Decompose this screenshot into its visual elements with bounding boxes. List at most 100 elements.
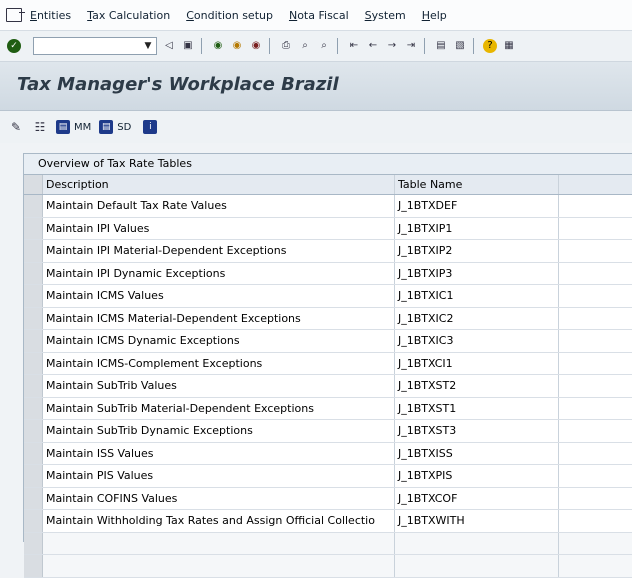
table-row[interactable]: Maintain PIS Values J_1BTXPIS: [24, 465, 632, 488]
menu-condition-setup[interactable]: Condition setup: [186, 9, 273, 22]
exit-icon[interactable]: ◉: [230, 39, 244, 53]
row-selector[interactable]: [24, 442, 43, 464]
row-table-name[interactable]: J_1BTXISS: [395, 442, 559, 464]
menu-help[interactable]: Help: [422, 9, 447, 22]
row-table-name[interactable]: J_1BTXCOF: [395, 487, 559, 509]
row-selector[interactable]: [24, 487, 43, 509]
shortcut-icon[interactable]: ▧: [453, 39, 467, 53]
table-row[interactable]: Maintain Default Tax Rate Values J_1BTXDE…: [24, 195, 632, 218]
row-selector[interactable]: [24, 217, 43, 239]
row-description[interactable]: Maintain ICMS Material-Dependent Excepti…: [43, 307, 395, 329]
row-table-name[interactable]: J_1BTXST3: [395, 420, 559, 442]
table-row[interactable]: Maintain ISS Values J_1BTXISS: [24, 442, 632, 465]
find-icon[interactable]: ⌕: [298, 39, 312, 53]
info-icon[interactable]: i: [143, 120, 158, 134]
row-selector[interactable]: [24, 240, 43, 262]
settings-icon[interactable]: ▦: [502, 39, 516, 53]
row-table-name[interactable]: J_1BTXCI1: [395, 352, 559, 374]
pencil-icon[interactable]: ✎: [8, 119, 24, 135]
row-table-name[interactable]: J_1BTXIP3: [395, 262, 559, 284]
column-header-table-name[interactable]: Table Name: [395, 175, 559, 194]
row-selector[interactable]: [24, 307, 43, 329]
sd-button[interactable]: SD: [117, 122, 131, 133]
row-description[interactable]: Maintain ICMS Dynamic Exceptions: [43, 330, 395, 352]
row-selector[interactable]: [24, 330, 43, 352]
table-row[interactable]: Maintain COFINS Values J_1BTXCOF: [24, 487, 632, 510]
row-description[interactable]: Maintain ISS Values: [43, 442, 395, 464]
first-page-icon[interactable]: ⇤: [347, 39, 361, 53]
mm-button[interactable]: MM: [74, 122, 91, 133]
table-row[interactable]: Maintain SubTrib Values J_1BTXST2: [24, 375, 632, 398]
table-row[interactable]: Maintain ICMS Values J_1BTXIC1: [24, 285, 632, 308]
row-description[interactable]: Maintain IPI Dynamic Exceptions: [43, 262, 395, 284]
last-page-icon[interactable]: ⇥: [404, 39, 418, 53]
row-selector[interactable]: [24, 352, 43, 374]
row-selector[interactable]: [24, 285, 43, 307]
row-selector[interactable]: [24, 375, 43, 397]
row-selector[interactable]: [24, 465, 43, 487]
row-table-name[interactable]: J_1BTXDEF: [395, 195, 559, 217]
row-selector[interactable]: [24, 510, 43, 532]
find-next-icon[interactable]: ⌕: [317, 39, 331, 53]
row-description[interactable]: Maintain SubTrib Dynamic Exceptions: [43, 420, 395, 442]
row-description[interactable]: Maintain COFINS Values: [43, 487, 395, 509]
row-selector[interactable]: [24, 420, 43, 442]
sd-icon[interactable]: ▤: [99, 120, 114, 134]
prev-page-icon[interactable]: ←: [366, 39, 380, 53]
row-description[interactable]: Maintain PIS Values: [43, 465, 395, 487]
row-description[interactable]: Maintain SubTrib Values: [43, 375, 395, 397]
row-table-name[interactable]: J_1BTXWITH: [395, 510, 559, 532]
help-icon[interactable]: ?: [483, 39, 497, 53]
menu-arrow-icon[interactable]: [6, 8, 25, 22]
menu-system[interactable]: System: [365, 9, 406, 22]
row-selector[interactable]: [24, 262, 43, 284]
menu-tax-calculation[interactable]: Tax Calculation: [87, 9, 170, 22]
row-description[interactable]: Maintain Default Tax Rate Values: [43, 195, 395, 217]
back-icon[interactable]: ◉: [211, 39, 225, 53]
row-description[interactable]: Maintain IPI Values: [43, 217, 395, 239]
table-row[interactable]: Maintain ICMS-Complement Exceptions J_1BT…: [24, 352, 632, 375]
row-description[interactable]: Maintain SubTrib Material-Dependent Exce…: [43, 397, 395, 419]
table-row[interactable]: Maintain Withholding Tax Rates and Assig…: [24, 510, 632, 533]
next-page-icon[interactable]: →: [385, 39, 399, 53]
toolbar-separator: [424, 38, 425, 54]
table-row[interactable]: Maintain IPI Material-Dependent Exceptio…: [24, 240, 632, 263]
command-field[interactable]: ▼: [33, 37, 157, 55]
hierarchy-icon[interactable]: ☷: [32, 119, 48, 135]
cancel-icon[interactable]: ◉: [249, 39, 263, 53]
row-description[interactable]: Maintain ICMS Values: [43, 285, 395, 307]
row-table-name[interactable]: J_1BTXST1: [395, 397, 559, 419]
row-table-name[interactable]: J_1BTXST2: [395, 375, 559, 397]
check-icon[interactable]: ✓: [7, 39, 21, 53]
table-row[interactable]: Maintain IPI Dynamic Exceptions J_1BTXIP3: [24, 262, 632, 285]
row-selector[interactable]: [24, 397, 43, 419]
new-window-icon[interactable]: ▤: [434, 39, 448, 53]
row-table-name[interactable]: J_1BTXIC3: [395, 330, 559, 352]
row-table-name[interactable]: J_1BTXIC1: [395, 285, 559, 307]
row-selector[interactable]: [24, 195, 43, 217]
table-row[interactable]: Maintain ICMS Dynamic Exceptions J_1BTXIC…: [24, 330, 632, 353]
toolbar-separator: [269, 38, 270, 54]
table-row[interactable]: Maintain SubTrib Dynamic Exceptions J_1BT…: [24, 420, 632, 443]
toolbar-separator: [337, 38, 338, 54]
save-icon[interactable]: ▣: [181, 39, 195, 53]
row-description[interactable]: Maintain ICMS-Complement Exceptions: [43, 352, 395, 374]
row-description[interactable]: Maintain IPI Material-Dependent Exceptio…: [43, 240, 395, 262]
back-arrow-icon[interactable]: ◁: [162, 39, 176, 53]
mm-icon[interactable]: ▤: [56, 120, 70, 134]
menu-entities[interactable]: Entities: [30, 9, 71, 22]
row-description[interactable]: Maintain Withholding Tax Rates and Assig…: [43, 510, 395, 532]
table-row[interactable]: Maintain ICMS Material-Dependent Excepti…: [24, 307, 632, 330]
select-all-cell[interactable]: [24, 175, 43, 194]
column-header-description[interactable]: Description: [43, 175, 395, 194]
command-dropdown-icon[interactable]: ▼: [140, 38, 156, 54]
table-row[interactable]: Maintain IPI Values J_1BTXIP1: [24, 217, 632, 240]
print-icon[interactable]: ⎙: [279, 39, 293, 53]
table-row[interactable]: Maintain SubTrib Material-Dependent Exce…: [24, 397, 632, 420]
row-table-name[interactable]: J_1BTXPIS: [395, 465, 559, 487]
menu-nota-fiscal[interactable]: Nota Fiscal: [289, 9, 349, 22]
row-table-name[interactable]: J_1BTXIP1: [395, 217, 559, 239]
row-table-name[interactable]: J_1BTXIP2: [395, 240, 559, 262]
row-table-name[interactable]: J_1BTXIC2: [395, 307, 559, 329]
page-title: Tax Manager's Workplace Brazil: [17, 74, 339, 95]
